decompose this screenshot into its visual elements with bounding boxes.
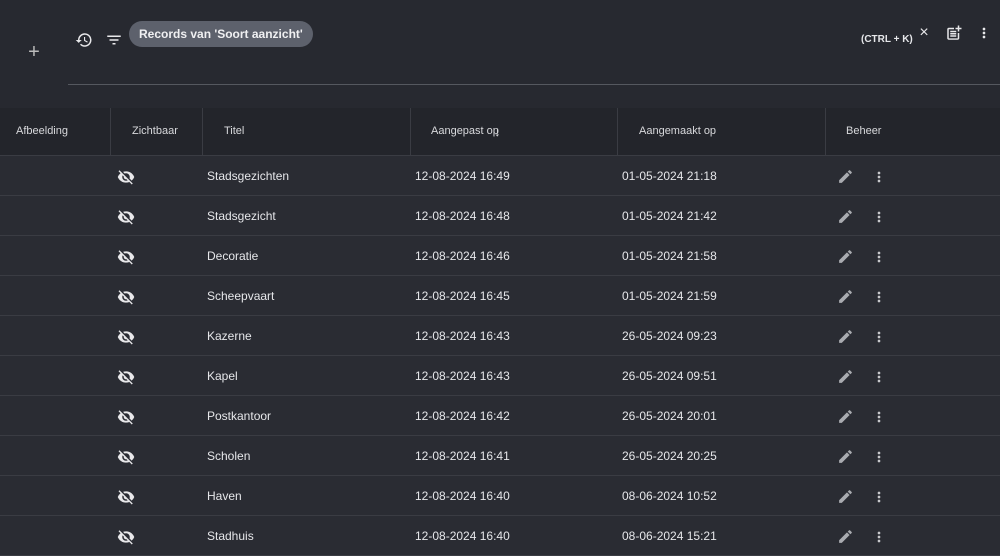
row-more-icon[interactable] — [871, 156, 887, 196]
row-modified: 12-08-2024 16:48 — [415, 209, 510, 223]
hidden-eye-icon[interactable] — [117, 316, 135, 356]
edit-pencil-icon[interactable] — [837, 276, 854, 316]
hidden-eye-icon[interactable] — [117, 516, 135, 556]
row-more-icon[interactable] — [871, 236, 887, 276]
row-modified: 12-08-2024 16:49 — [415, 169, 510, 183]
row-more-icon[interactable] — [871, 316, 887, 356]
row-title: Haven — [207, 489, 242, 503]
row-modified: 12-08-2024 16:40 — [415, 529, 510, 543]
close-icon[interactable]: × — [916, 24, 932, 41]
add-note-icon[interactable] — [944, 23, 964, 43]
shortcut-hint: (CTRL + K) — [861, 34, 913, 45]
hidden-eye-icon[interactable] — [117, 196, 135, 236]
filter-icon[interactable] — [104, 30, 124, 50]
row-created: 01-05-2024 21:58 — [622, 249, 717, 263]
column-afbeelding[interactable]: Afbeelding — [16, 108, 68, 155]
row-created: 26-05-2024 09:51 — [622, 369, 717, 383]
table-row[interactable]: Kapel 12-08-2024 16:43 26-05-2024 09:51 — [0, 356, 1000, 396]
row-title: Stadhuis — [207, 529, 254, 543]
column-aangepast-op[interactable]: Aangepast op — [431, 108, 499, 155]
filter-chip[interactable]: Records van 'Soort aanzicht' — [129, 21, 313, 47]
edit-pencil-icon[interactable] — [837, 516, 854, 556]
row-more-icon[interactable] — [871, 436, 887, 476]
hidden-eye-icon[interactable] — [117, 156, 135, 196]
row-more-icon[interactable] — [871, 276, 887, 316]
row-modified: 12-08-2024 16:46 — [415, 249, 510, 263]
edit-pencil-icon[interactable] — [837, 236, 854, 276]
hidden-eye-icon[interactable] — [117, 396, 135, 436]
column-titel[interactable]: Titel — [224, 108, 244, 155]
row-title: Kapel — [207, 369, 238, 383]
hidden-eye-icon[interactable] — [117, 356, 135, 396]
row-created: 01-05-2024 21:59 — [622, 289, 717, 303]
row-title: Scholen — [207, 449, 251, 463]
row-more-icon[interactable] — [871, 196, 887, 236]
table-row[interactable]: Decoratie 12-08-2024 16:46 01-05-2024 21… — [0, 236, 1000, 276]
hidden-eye-icon[interactable] — [117, 236, 135, 276]
table-row[interactable]: Stadsgezicht 12-08-2024 16:48 01-05-2024… — [0, 196, 1000, 236]
edit-pencil-icon[interactable] — [837, 476, 854, 516]
table-row[interactable]: Stadsgezichten 12-08-2024 16:49 01-05-20… — [0, 156, 1000, 196]
row-modified: 12-08-2024 16:41 — [415, 449, 510, 463]
row-created: 26-05-2024 09:23 — [622, 329, 717, 343]
table-row[interactable]: Scholen 12-08-2024 16:41 26-05-2024 20:2… — [0, 436, 1000, 476]
hidden-eye-icon[interactable] — [117, 276, 135, 316]
history-icon[interactable] — [74, 30, 94, 50]
edit-pencil-icon[interactable] — [837, 156, 854, 196]
sort-desc-icon[interactable]: ↓ — [494, 108, 501, 155]
row-title: Postkantoor — [207, 409, 272, 423]
column-beheer: Beheer — [846, 125, 882, 137]
column-aangemaakt-op[interactable]: Aangemaakt op — [639, 108, 716, 155]
row-more-icon[interactable] — [871, 356, 887, 396]
row-created: 01-05-2024 21:18 — [622, 169, 717, 183]
row-title: Kazerne — [207, 329, 252, 343]
table-row[interactable]: Haven 12-08-2024 16:40 08-06-2024 10:52 — [0, 476, 1000, 516]
row-created: 26-05-2024 20:01 — [622, 409, 717, 423]
row-title: Stadsgezichten — [207, 169, 290, 183]
row-created: 08-06-2024 15:21 — [622, 529, 717, 543]
toolbar: + Records van 'Soort aanzicht' (CTRL + K… — [0, 0, 1000, 108]
hidden-eye-icon[interactable] — [117, 436, 135, 476]
row-created: 08-06-2024 10:52 — [622, 489, 717, 503]
row-created: 01-05-2024 21:42 — [622, 209, 717, 223]
row-modified: 12-08-2024 16:40 — [415, 489, 510, 503]
row-modified: 12-08-2024 16:45 — [415, 289, 510, 303]
row-more-icon[interactable] — [871, 516, 887, 556]
table-row[interactable]: Scheepvaart 12-08-2024 16:45 01-05-2024 … — [0, 276, 1000, 316]
table-row[interactable]: Stadhuis 12-08-2024 16:40 08-06-2024 15:… — [0, 516, 1000, 556]
more-menu-icon[interactable] — [976, 23, 992, 43]
hidden-eye-icon[interactable] — [117, 476, 135, 516]
table-header: Afbeelding Zichtbaar Titel Aangepast op … — [0, 108, 1000, 156]
row-modified: 12-08-2024 16:42 — [415, 409, 510, 423]
edit-pencil-icon[interactable] — [837, 396, 854, 436]
table-row[interactable]: Postkantoor 12-08-2024 16:42 26-05-2024 … — [0, 396, 1000, 436]
column-zichtbaar[interactable]: Zichtbaar — [132, 108, 178, 155]
search-underline — [68, 84, 1000, 85]
edit-pencil-icon[interactable] — [837, 196, 854, 236]
row-more-icon[interactable] — [871, 396, 887, 436]
table-row[interactable]: Kazerne 12-08-2024 16:43 26-05-2024 09:2… — [0, 316, 1000, 356]
row-title: Stadsgezicht — [207, 209, 276, 223]
add-icon[interactable]: + — [24, 41, 44, 63]
edit-pencil-icon[interactable] — [837, 356, 854, 396]
row-created: 26-05-2024 20:25 — [622, 449, 717, 463]
edit-pencil-icon[interactable] — [837, 316, 854, 356]
row-title: Scheepvaart — [207, 289, 275, 303]
edit-pencil-icon[interactable] — [837, 436, 854, 476]
row-modified: 12-08-2024 16:43 — [415, 329, 510, 343]
row-modified: 12-08-2024 16:43 — [415, 369, 510, 383]
row-more-icon[interactable] — [871, 476, 887, 516]
row-title: Decoratie — [207, 249, 259, 263]
